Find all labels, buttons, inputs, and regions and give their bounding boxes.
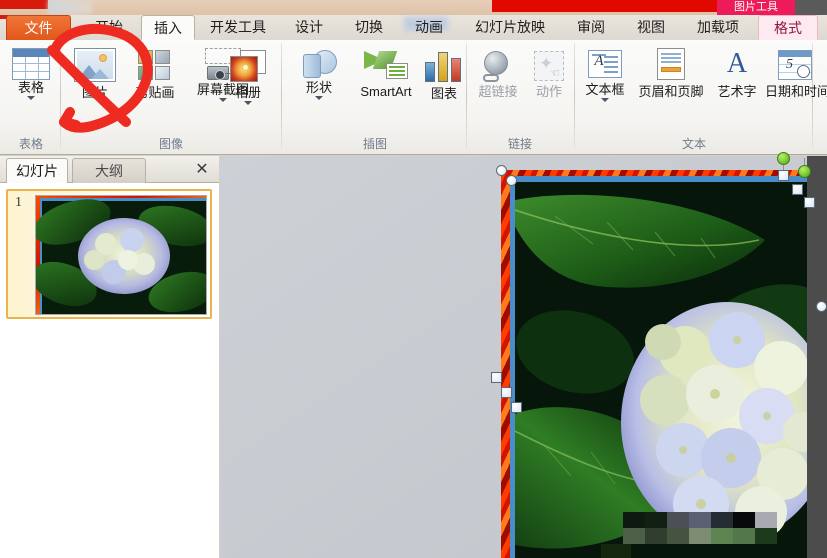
slide-editing-area[interactable] bbox=[220, 152, 827, 558]
corner-resize-handle[interactable] bbox=[496, 165, 507, 176]
action-icon: ✦ ☜ bbox=[532, 50, 566, 82]
hyperlink-globe-icon bbox=[481, 50, 515, 82]
group-separator bbox=[574, 43, 575, 149]
chevron-down-icon[interactable] bbox=[315, 96, 323, 100]
insert-clipart-button[interactable]: 剪贴画 bbox=[126, 50, 184, 100]
group-label-images: 图像 bbox=[158, 137, 183, 151]
group-label-table: 表格 bbox=[18, 137, 43, 151]
table-icon bbox=[12, 48, 50, 80]
photo-album-icon bbox=[230, 50, 266, 82]
insert-wordart-button[interactable]: A 艺术字 bbox=[713, 48, 761, 100]
tab-review[interactable]: 审阅 bbox=[564, 15, 618, 40]
group-separator bbox=[281, 43, 282, 149]
ribbon-tab-strip: 文件 开始 插入 开发工具 设计 切换 动画 幻灯片放映 审阅 视图 加载项 格… bbox=[0, 15, 827, 40]
word-art-icon: A bbox=[726, 48, 748, 79]
side-resize-handle[interactable] bbox=[816, 301, 827, 312]
tab-picture-format[interactable]: 格式 bbox=[758, 15, 818, 40]
slide-picture-object[interactable] bbox=[501, 170, 807, 558]
slide-number: 1 bbox=[15, 195, 22, 210]
insert-hyperlink-label: 超链接 bbox=[478, 84, 518, 99]
side-resize-handle[interactable] bbox=[511, 402, 522, 413]
insert-shapes-label: 形状 bbox=[305, 80, 332, 95]
insert-textbox-label: 文本框 bbox=[585, 82, 625, 97]
insert-clipart-label: 剪贴画 bbox=[135, 85, 175, 100]
slide-thumbnail[interactable] bbox=[35, 195, 207, 315]
title-bar-main-band bbox=[492, 0, 717, 12]
tab-home[interactable]: 开始 bbox=[82, 15, 136, 40]
tab-slides[interactable]: 幻灯片 bbox=[6, 158, 68, 183]
insert-hyperlink-button[interactable]: 超链接 bbox=[471, 50, 525, 99]
smartart-icon bbox=[364, 50, 408, 80]
insert-chart-label: 图表 bbox=[430, 86, 457, 101]
title-bar: 图片工具 bbox=[0, 0, 827, 15]
insert-chart-button[interactable]: 图表 bbox=[422, 50, 466, 101]
picture-hydrangea-photo bbox=[515, 182, 807, 558]
rotation-handle[interactable] bbox=[777, 152, 790, 165]
tab-insert[interactable]: 插入 bbox=[141, 15, 195, 40]
shapes-icon bbox=[299, 48, 339, 80]
chevron-down-icon[interactable] bbox=[27, 96, 35, 100]
side-resize-handle[interactable] bbox=[501, 387, 512, 398]
picture-tools-context-title: 图片工具 bbox=[717, 0, 795, 15]
insert-headerfooter-label: 页眉和页脚 bbox=[638, 84, 704, 99]
powerpoint-window: 图片工具 文件 开始 插入 开发工具 设计 切换 动画 幻灯片放映 审阅 视图 … bbox=[0, 0, 827, 558]
window-controls-area[interactable] bbox=[795, 0, 827, 15]
close-icon[interactable]: ✕ bbox=[191, 160, 213, 180]
insert-picture-label: 图片 bbox=[81, 85, 108, 100]
tab-developer[interactable]: 开发工具 bbox=[200, 15, 276, 40]
corner-resize-handle[interactable] bbox=[778, 170, 789, 181]
corner-resize-handle[interactable] bbox=[506, 175, 517, 186]
group-separator bbox=[466, 43, 467, 149]
group-label-text: 文本 bbox=[681, 137, 706, 151]
insert-photoalbum-label: 相册 bbox=[234, 85, 261, 100]
tab-design[interactable]: 设计 bbox=[282, 15, 336, 40]
header-footer-icon bbox=[657, 48, 685, 80]
text-box-icon: A bbox=[588, 50, 622, 78]
group-separator bbox=[60, 43, 61, 149]
tab-outline[interactable]: 大纲 bbox=[72, 158, 146, 183]
ribbon: 表格 表格 图片 剪贴画 ✛ 屏幕截图 bbox=[0, 40, 827, 155]
corner-resize-handle[interactable] bbox=[792, 184, 803, 195]
tab-view[interactable]: 视图 bbox=[624, 15, 678, 40]
tab-file[interactable]: 文件 bbox=[6, 15, 71, 40]
rotation-handle[interactable] bbox=[798, 165, 811, 178]
corner-resize-handle[interactable] bbox=[804, 197, 815, 208]
tab-transitions[interactable]: 切换 bbox=[342, 15, 396, 40]
title-bar-left-accent bbox=[0, 0, 48, 9]
tab-animations[interactable]: 动画 bbox=[402, 15, 456, 40]
chevron-down-icon[interactable] bbox=[601, 98, 609, 102]
clip-art-icon bbox=[138, 50, 172, 82]
insert-photoalbum-button[interactable]: 相册 bbox=[222, 50, 274, 105]
list-item[interactable]: 1 bbox=[6, 189, 212, 319]
insert-smartart-label: SmartArt bbox=[360, 84, 412, 99]
insert-textbox-button[interactable]: A 文本框 bbox=[581, 50, 629, 102]
insert-wordart-label: 艺术字 bbox=[717, 84, 757, 99]
insert-table-button[interactable]: 表格 bbox=[8, 48, 54, 100]
side-resize-handle[interactable] bbox=[491, 372, 502, 383]
slides-outline-pane: 幻灯片 大纲 ✕ 1 bbox=[0, 156, 219, 558]
insert-picture-button[interactable]: 图片 bbox=[68, 48, 122, 100]
insert-shapes-button[interactable]: 形状 bbox=[296, 48, 342, 100]
slides-list: 1 bbox=[0, 183, 219, 558]
quick-access-toolbar-blurred bbox=[48, 0, 92, 15]
insert-action-button[interactable]: ✦ ☜ 动作 bbox=[527, 50, 571, 99]
insert-action-label: 动作 bbox=[535, 84, 562, 99]
insert-datetime-label: 日期和时间 bbox=[765, 84, 827, 99]
date-time-icon: 5 bbox=[778, 50, 812, 80]
insert-datetime-button[interactable]: 5 日期和时间 bbox=[765, 50, 827, 99]
insert-table-label: 表格 bbox=[17, 80, 44, 95]
picture-icon bbox=[74, 48, 116, 82]
group-label-illustrations: 插图 bbox=[362, 137, 387, 151]
tab-addins[interactable]: 加载项 bbox=[684, 15, 752, 40]
chevron-down-icon[interactable] bbox=[244, 101, 252, 105]
insert-smartart-button[interactable]: SmartArt bbox=[344, 50, 428, 99]
tab-slideshow[interactable]: 幻灯片放映 bbox=[462, 15, 558, 40]
pane-tab-strip: 幻灯片 大纲 ✕ bbox=[0, 156, 219, 183]
right-rail bbox=[807, 156, 827, 558]
chart-icon bbox=[425, 50, 463, 82]
group-label-links: 链接 bbox=[507, 137, 532, 151]
insert-headerfooter-button[interactable]: 页眉和页脚 bbox=[631, 48, 711, 99]
